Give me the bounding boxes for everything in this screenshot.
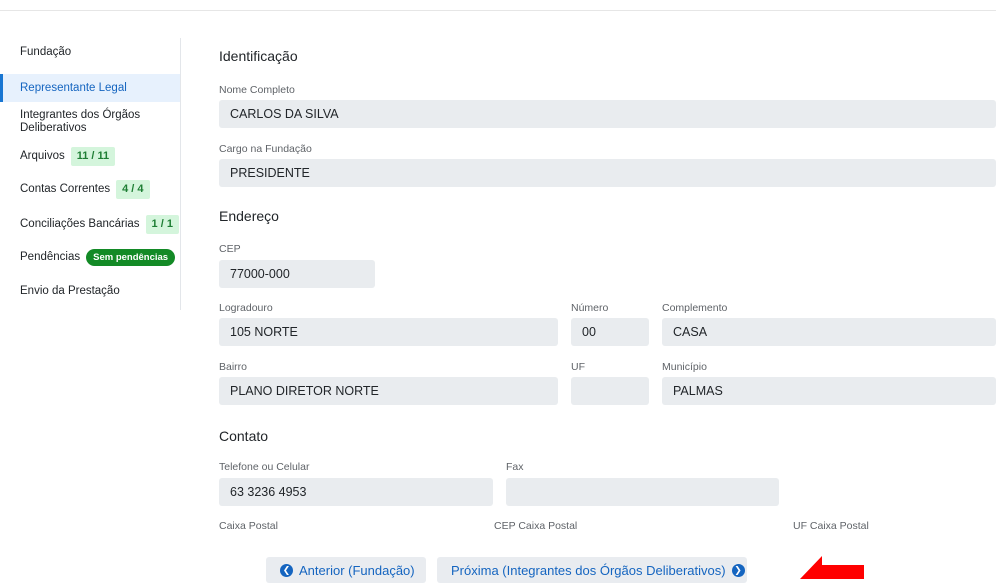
chevron-left-circle-icon: ❮ — [280, 563, 293, 577]
cep-label: CEP — [219, 243, 241, 255]
sidebar-item-conciliacoes[interactable]: Conciliações Bancárias 1 / 1 — [0, 213, 180, 235]
sidebar-item-fundacao[interactable]: Fundação — [0, 44, 180, 60]
nome-completo-field[interactable]: CARLOS DA SILVA — [219, 100, 996, 128]
fax-label: Fax — [506, 461, 524, 473]
numero-label: Número — [571, 302, 609, 314]
sidebar-item-pendencias[interactable]: Pendências Sem pendências — [0, 247, 180, 267]
sidebar-item-envio-prestacao[interactable]: Envio da Prestação — [0, 283, 180, 299]
municipio-field[interactable]: PALMAS — [662, 377, 996, 405]
sidebar-item-integrantes[interactable]: Integrantes dos Órgãos Deliberativos — [0, 108, 150, 136]
bairro-label: Bairro — [219, 361, 248, 373]
next-button[interactable]: Próxima (Integrantes dos Órgãos Delibera… — [437, 557, 747, 583]
previous-button-label: Anterior (Fundação) — [299, 562, 415, 578]
sidebar-item-label: Fundação — [20, 45, 72, 58]
uf-label: UF — [571, 361, 585, 373]
red-arrow-icon — [800, 556, 864, 579]
top-divider — [0, 10, 996, 11]
cep-caixa-postal-label: CEP Caixa Postal — [494, 520, 578, 532]
uf-caixa-postal-label: UF Caixa Postal — [793, 520, 869, 532]
telefone-label: Telefone ou Celular — [219, 461, 310, 473]
cargo-field[interactable]: PRESIDENTE — [219, 159, 996, 187]
municipio-label: Município — [662, 361, 707, 373]
section-title-contato: Contato — [219, 428, 269, 444]
sidebar-item-label: Representante Legal — [20, 81, 127, 94]
sidebar-item-label: Contas Correntes — [20, 182, 111, 195]
sidebar-item-representante-legal[interactable]: Representante Legal — [0, 74, 180, 102]
fax-field[interactable] — [506, 478, 779, 506]
complemento-field[interactable]: CASA — [662, 318, 996, 346]
status-badge: Sem pendências — [86, 248, 176, 266]
telefone-field[interactable]: 63 3236 4953 — [219, 478, 493, 506]
sidebar-item-contas-correntes[interactable]: Contas Correntes 4 / 4 — [0, 178, 180, 200]
cargo-label: Cargo na Fundação — [219, 143, 312, 155]
sidebar-item-label: Envio da Prestação — [20, 284, 120, 297]
complemento-label: Complemento — [662, 302, 728, 314]
logradouro-field[interactable]: 105 NORTE — [219, 318, 558, 346]
count-badge: 11 / 11 — [70, 146, 116, 166]
count-badge: 4 / 4 — [116, 179, 150, 199]
section-title-endereco: Endereço — [219, 208, 279, 224]
caixa-postal-label: Caixa Postal — [219, 520, 278, 532]
uf-field[interactable] — [571, 377, 649, 405]
numero-field[interactable]: 00 — [571, 318, 649, 346]
count-badge: 1 / 1 — [145, 214, 179, 234]
section-title-identificacao: Identificação — [219, 48, 298, 64]
sidebar-item-label: Conciliações Bancárias — [20, 217, 140, 230]
logradouro-label: Logradouro — [219, 302, 273, 314]
bairro-field[interactable]: PLANO DIRETOR NORTE — [219, 377, 558, 405]
chevron-right-circle-icon: ❯ — [731, 563, 745, 577]
previous-button[interactable]: ❮ Anterior (Fundação) — [266, 557, 426, 583]
sidebar-item-label: Pendências — [20, 250, 81, 263]
sidebar-nav: Fundação Representante Legal Integrantes… — [0, 38, 181, 310]
next-button-label: Próxima (Integrantes dos Órgãos Delibera… — [451, 562, 726, 578]
sidebar-item-label: Integrantes dos Órgãos Deliberativos — [20, 109, 141, 134]
sidebar-item-label: Arquivos — [20, 149, 65, 162]
cep-field[interactable]: 77000-000 — [219, 260, 375, 288]
sidebar-item-arquivos[interactable]: Arquivos 11 / 11 — [0, 146, 180, 166]
nome-label: Nome Completo — [219, 84, 295, 96]
scroll-fade — [181, 533, 996, 557]
